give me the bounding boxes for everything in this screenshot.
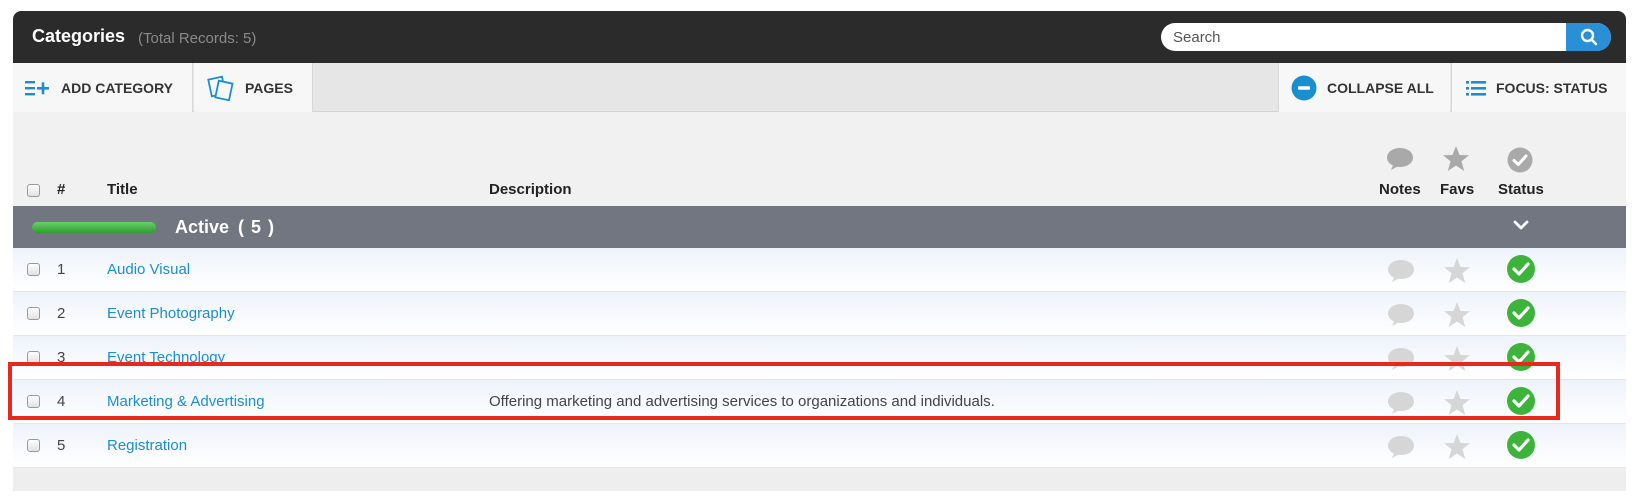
pages-button[interactable]: PAGES — [194, 63, 313, 112]
row-title-link[interactable]: Registration — [107, 437, 187, 454]
chevron-down-icon[interactable] — [1513, 218, 1529, 236]
check-circle-icon[interactable] — [1507, 299, 1535, 327]
pages-label: PAGES — [245, 79, 293, 96]
row-checkbox[interactable] — [27, 263, 40, 276]
row-number: 2 — [57, 305, 66, 322]
comment-icon — [1386, 147, 1414, 176]
search-button[interactable] — [1566, 23, 1611, 51]
focus-status-label: FOCUS: STATUS — [1496, 79, 1608, 96]
search-icon — [1580, 28, 1597, 46]
group-title: Active — [175, 217, 230, 237]
row-checkbox[interactable] — [27, 439, 40, 452]
column-status[interactable]: Status — [1498, 181, 1544, 198]
column-description[interactable]: Description — [489, 181, 572, 198]
star-icon[interactable] — [1443, 433, 1471, 465]
row-title-link[interactable]: Audio Visual — [107, 261, 190, 278]
add-category-label: ADD CATEGORY — [61, 79, 173, 96]
add-category-button[interactable]: ADD CATEGORY — [13, 63, 193, 112]
column-notes[interactable]: Notes — [1379, 181, 1421, 198]
star-icon[interactable] — [1443, 257, 1471, 289]
group-count: ( 5 ) — [238, 217, 276, 237]
row-title-link[interactable]: Event Photography — [107, 305, 235, 322]
collapse-all-label: COLLAPSE ALL — [1327, 79, 1434, 96]
header-bar: Categories (Total Records: 5) — [13, 11, 1626, 63]
table-footer — [13, 468, 1626, 491]
comment-icon[interactable] — [1387, 435, 1415, 464]
row-checkbox[interactable] — [27, 307, 40, 320]
row-number: 5 — [57, 437, 66, 454]
row-number: 1 — [57, 261, 66, 278]
search-input[interactable] — [1173, 23, 1553, 51]
pages-icon — [207, 75, 235, 101]
table-row[interactable]: 5 Registration — [13, 424, 1626, 468]
column-number: # — [57, 181, 66, 198]
column-favs[interactable]: Favs — [1440, 181, 1474, 198]
check-circle-icon — [1507, 147, 1533, 178]
list-icon — [1466, 80, 1486, 96]
check-circle-icon[interactable] — [1507, 255, 1535, 283]
column-header: # Title Description Notes Favs Status — [13, 112, 1626, 206]
page-title: Categories — [32, 26, 126, 46]
add-list-icon — [25, 79, 51, 97]
collapse-icon — [1291, 75, 1317, 101]
total-records: (Total Records: 5) — [138, 30, 257, 47]
select-all-checkbox[interactable] — [27, 184, 40, 197]
star-icon — [1442, 145, 1470, 177]
star-icon[interactable] — [1443, 301, 1471, 333]
comment-icon[interactable] — [1387, 259, 1415, 288]
search-box — [1161, 23, 1611, 51]
table-row[interactable]: 1 Audio Visual — [13, 248, 1626, 292]
status-color-bar — [32, 222, 156, 233]
table-row[interactable]: 2 Event Photography — [13, 292, 1626, 336]
check-circle-icon[interactable] — [1507, 431, 1535, 459]
selection-highlight-box — [8, 362, 1560, 420]
toolbar: ADD CATEGORY PAGES COLLAPSE ALL FOCUS: S… — [13, 63, 1626, 112]
group-header-active[interactable]: Active ( 5 ) — [13, 206, 1626, 248]
column-title[interactable]: Title — [107, 181, 138, 198]
collapse-all-button[interactable]: COLLAPSE ALL — [1278, 63, 1450, 112]
comment-icon[interactable] — [1387, 303, 1415, 332]
focus-status-button[interactable]: FOCUS: STATUS — [1451, 63, 1626, 112]
